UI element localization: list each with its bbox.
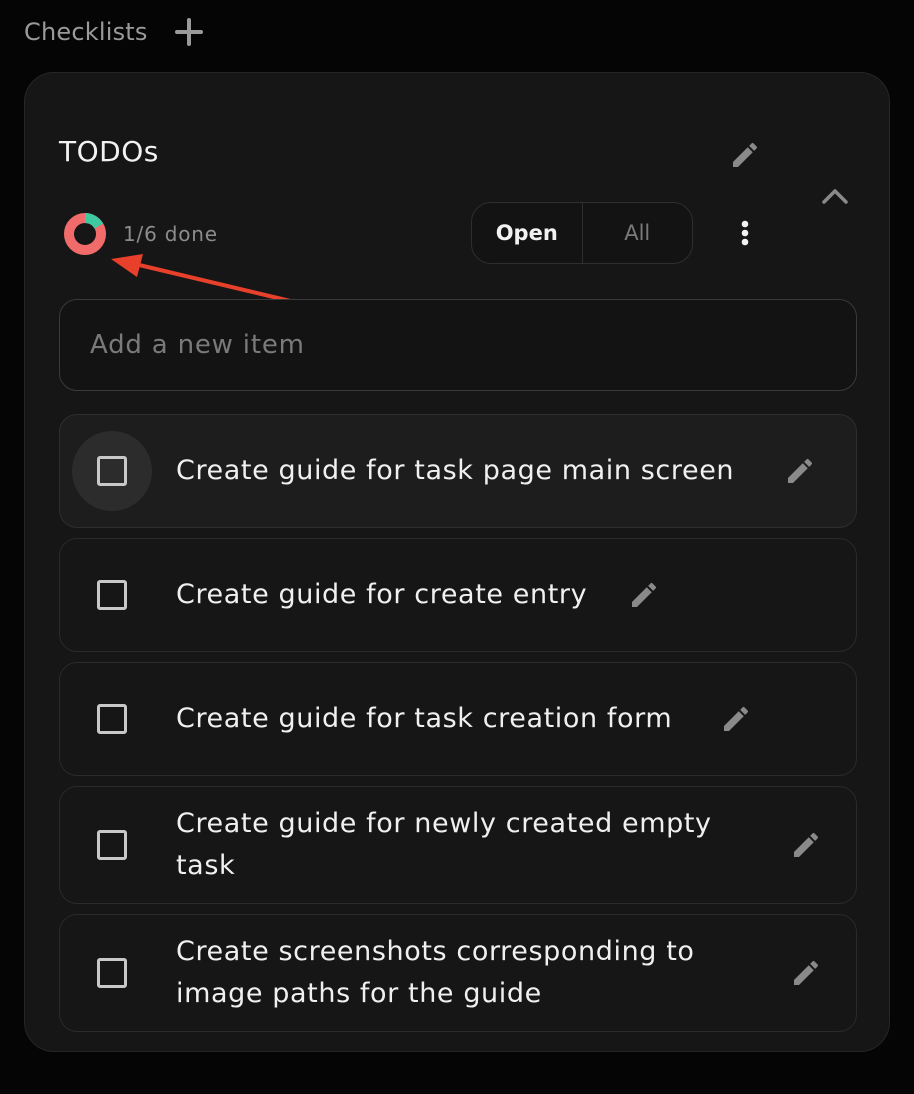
checkbox-box: [97, 704, 127, 734]
header: Checklists: [24, 14, 206, 50]
checklist-item: Create guide for task page main screen: [59, 414, 857, 528]
filter-all-button[interactable]: All: [583, 203, 693, 263]
item-checkbox[interactable]: [72, 555, 152, 635]
checkbox-box: [97, 958, 127, 988]
edit-item-button[interactable]: [786, 953, 826, 993]
checklist-item: Create guide for newly created empty tas…: [59, 786, 857, 904]
checklist-title: TODOs: [59, 135, 159, 168]
filter-toggle: Open All: [471, 202, 693, 264]
plus-icon: [174, 18, 203, 46]
edit-item-button[interactable]: [716, 699, 756, 739]
item-checkbox[interactable]: [72, 679, 152, 759]
new-item-input[interactable]: [59, 299, 857, 391]
item-text: Create screenshots corresponding to imag…: [176, 936, 695, 1009]
item-text: Create guide for create entry: [176, 579, 588, 610]
collapse-button[interactable]: [815, 176, 855, 216]
pencil-icon: [794, 960, 819, 985]
checklist-card: TODOs 1/6 done Open All Create guide for…: [24, 72, 890, 1052]
checklist-item: Create guide for create entry: [59, 538, 857, 652]
page-title: Checklists: [24, 18, 148, 46]
checklist-item: Create screenshots corresponding to imag…: [59, 914, 857, 1032]
pencil-icon: [724, 706, 749, 731]
filter-open-button[interactable]: Open: [472, 203, 583, 263]
item-checkbox[interactable]: [72, 431, 152, 511]
item-text: Create guide for task creation form: [176, 703, 673, 734]
checklist-item: Create guide for task creation form: [59, 662, 857, 776]
item-text: Create guide for task page main screen: [176, 455, 735, 486]
progress-text: 1/6 done: [123, 222, 218, 246]
checkbox-box: [97, 830, 127, 860]
pencil-icon: [788, 458, 813, 483]
chevron-up-icon: [822, 189, 848, 204]
pencil-icon: [794, 832, 819, 857]
edit-item-button[interactable]: [780, 451, 820, 491]
item-checkbox[interactable]: [72, 805, 152, 885]
edit-item-button[interactable]: [786, 825, 826, 865]
more-options-button[interactable]: [733, 213, 757, 253]
edit-item-button[interactable]: [624, 575, 664, 615]
more-vertical-icon: [741, 220, 749, 246]
checkbox-box: [97, 456, 127, 486]
checkbox-box: [97, 580, 127, 610]
add-checklist-button[interactable]: [172, 15, 206, 49]
progress-ring: [64, 213, 106, 255]
pencil-icon: [632, 582, 657, 607]
item-checkbox[interactable]: [72, 933, 152, 1013]
edit-title-button[interactable]: [725, 135, 765, 175]
pencil-icon: [733, 142, 758, 167]
item-text: Create guide for newly created empty tas…: [176, 808, 712, 881]
